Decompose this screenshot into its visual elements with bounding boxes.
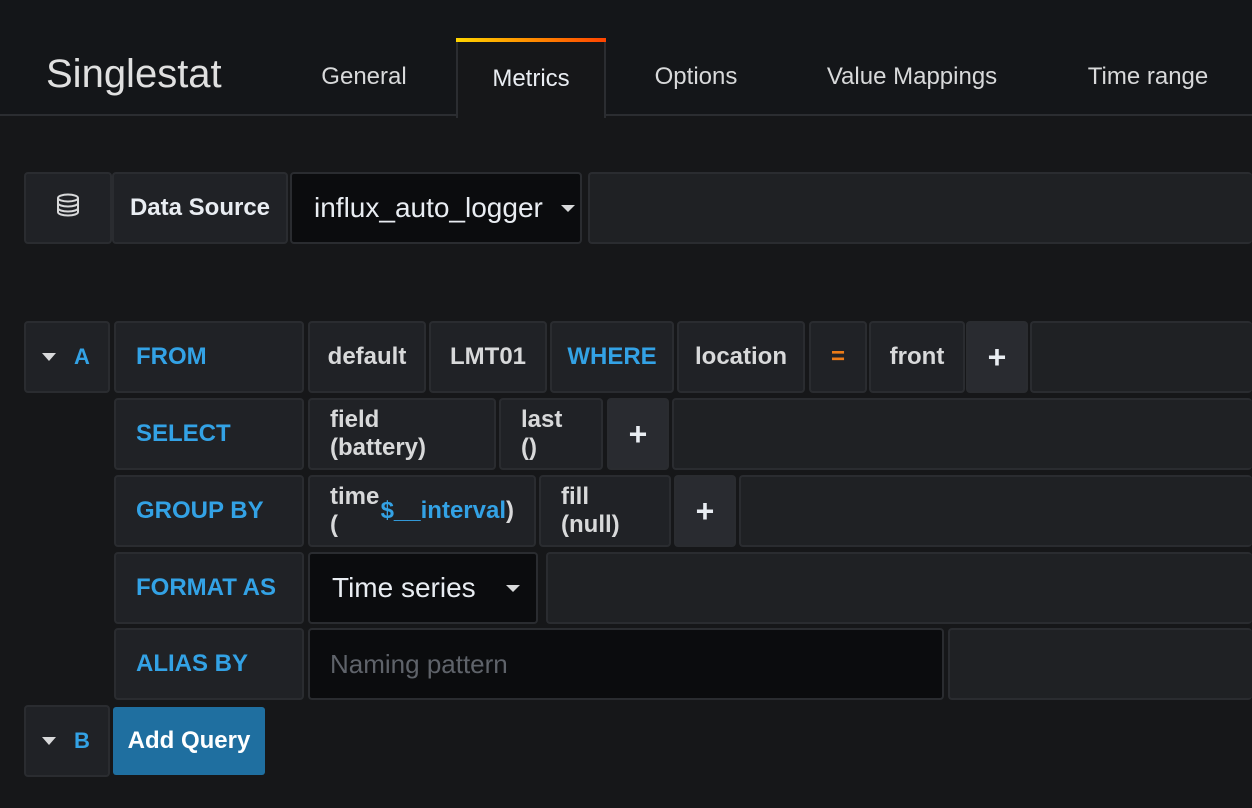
where-keyword: WHERE xyxy=(550,321,674,393)
tab-value-mappings[interactable]: Value Mappings xyxy=(800,38,1024,116)
caret-down-icon xyxy=(560,204,575,212)
fill-segment[interactable]: fill (null) xyxy=(539,475,671,547)
add-group-by-button[interactable]: + xyxy=(674,475,736,547)
add-query-button[interactable]: Add Query xyxy=(113,707,265,775)
caret-down-icon xyxy=(505,584,520,592)
tab-metrics[interactable]: Metrics xyxy=(456,38,606,118)
format-as-label: FORMAT AS xyxy=(114,552,304,624)
tag-value-segment[interactable]: front xyxy=(869,321,965,393)
datasource-label: Data Source xyxy=(112,172,288,244)
datasource-value: influx_auto_logger xyxy=(314,192,543,223)
alias-by-label: ALIAS BY xyxy=(114,628,304,700)
query-a-toggle[interactable]: A xyxy=(24,321,110,393)
field-segment[interactable]: field (battery) xyxy=(308,398,496,470)
measurement-segment[interactable]: LMT01 xyxy=(429,321,547,393)
tab-general[interactable]: General xyxy=(300,38,428,116)
panel-editor-header: Singlestat General Metrics Options Value… xyxy=(0,0,1252,118)
alias-by-row-filler xyxy=(948,628,1252,700)
time-prefix: time ( xyxy=(330,483,380,538)
datasource-select[interactable]: influx_auto_logger xyxy=(290,172,582,244)
datasource-row-filler xyxy=(588,172,1252,244)
query-letter: A xyxy=(74,344,90,369)
time-suffix: ) xyxy=(506,497,514,524)
group-by-time-segment[interactable]: time ($__interval) xyxy=(308,475,536,547)
format-as-select[interactable]: Time series xyxy=(308,552,538,624)
format-as-row-filler xyxy=(546,552,1252,624)
select-row-filler xyxy=(672,398,1252,470)
alias-by-input[interactable]: Naming pattern xyxy=(308,628,944,700)
add-tag-button[interactable]: + xyxy=(966,321,1028,393)
format-as-value: Time series xyxy=(332,572,476,603)
tag-operator-segment[interactable]: = xyxy=(809,321,867,393)
tab-time-range[interactable]: Time range xyxy=(1062,38,1234,116)
retention-policy-segment[interactable]: default xyxy=(308,321,426,393)
query-b-toggle[interactable]: B xyxy=(24,705,110,777)
tag-key-segment[interactable]: location xyxy=(677,321,805,393)
collapse-icon xyxy=(42,737,56,745)
add-select-button[interactable]: + xyxy=(607,398,669,470)
tab-options[interactable]: Options xyxy=(630,38,762,116)
interval-variable: $__interval xyxy=(380,497,506,524)
select-label: SELECT xyxy=(114,398,304,470)
panel-title: Singlestat xyxy=(46,52,222,96)
group-by-row-filler xyxy=(739,475,1252,547)
group-by-label: GROUP BY xyxy=(114,475,304,547)
database-icon xyxy=(55,192,81,225)
collapse-icon xyxy=(42,353,56,361)
alias-by-placeholder: Naming pattern xyxy=(330,648,508,679)
from-row-filler xyxy=(1030,321,1252,393)
query-letter: B xyxy=(74,728,90,753)
from-label: FROM xyxy=(114,321,304,393)
datasource-icon-box xyxy=(24,172,112,244)
function-segment[interactable]: last () xyxy=(499,398,603,470)
